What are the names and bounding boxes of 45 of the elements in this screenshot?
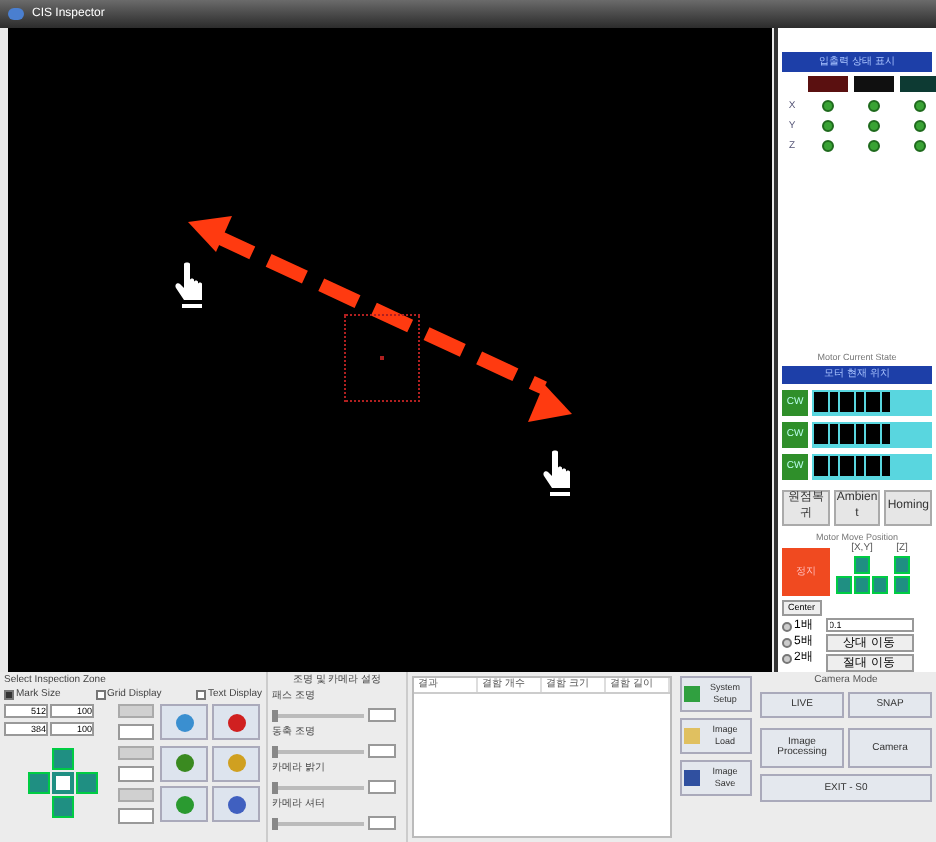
tool-button[interactable] [160, 704, 208, 740]
slider-thumb[interactable] [272, 817, 278, 829]
tool-icon [175, 754, 193, 773]
tool-button[interactable] [160, 786, 208, 823]
zone-field[interactable] [118, 808, 154, 824]
inspection-zone-box [344, 314, 420, 402]
radio-button[interactable] [782, 637, 792, 647]
digital-display [812, 389, 932, 415]
zone-field[interactable] [118, 766, 154, 782]
file-icon [684, 728, 700, 744]
checkbox[interactable] [95, 690, 106, 700]
tool-icon [227, 754, 245, 773]
value-field[interactable] [368, 744, 396, 758]
value-field[interactable] [368, 816, 396, 830]
zone-move-button[interactable] [28, 772, 50, 794]
value-field[interactable] [368, 708, 396, 722]
checkbox[interactable] [196, 690, 207, 700]
checkbox[interactable] [4, 690, 14, 700]
radio-button[interactable] [782, 621, 792, 631]
radio-button[interactable] [782, 653, 792, 663]
digital-display [812, 453, 932, 479]
zone-button[interactable] [118, 704, 154, 718]
file-icon [684, 770, 700, 786]
tool-icon [175, 713, 193, 731]
zone-move-button[interactable] [52, 796, 74, 818]
zone-button[interactable] [118, 788, 154, 802]
zone-field[interactable] [118, 724, 154, 740]
slider-thumb[interactable] [272, 781, 278, 793]
tool-icon [227, 713, 245, 731]
tool-button[interactable] [160, 745, 208, 782]
zone-move-button[interactable] [76, 772, 98, 794]
slider-thumb[interactable] [272, 745, 278, 757]
zone-move-button[interactable] [52, 748, 74, 770]
tool-button[interactable] [212, 704, 260, 740]
tool-icon [175, 795, 193, 814]
zone-button[interactable] [118, 746, 154, 760]
app-icon [8, 8, 24, 20]
digital-display [812, 421, 932, 447]
value-field[interactable] [368, 780, 396, 794]
slider-thumb[interactable] [272, 709, 278, 721]
tool-button[interactable] [212, 745, 260, 782]
file-icon [684, 686, 700, 702]
tool-icon [227, 795, 245, 814]
tool-button[interactable] [212, 786, 260, 823]
center-button[interactable] [52, 772, 74, 794]
